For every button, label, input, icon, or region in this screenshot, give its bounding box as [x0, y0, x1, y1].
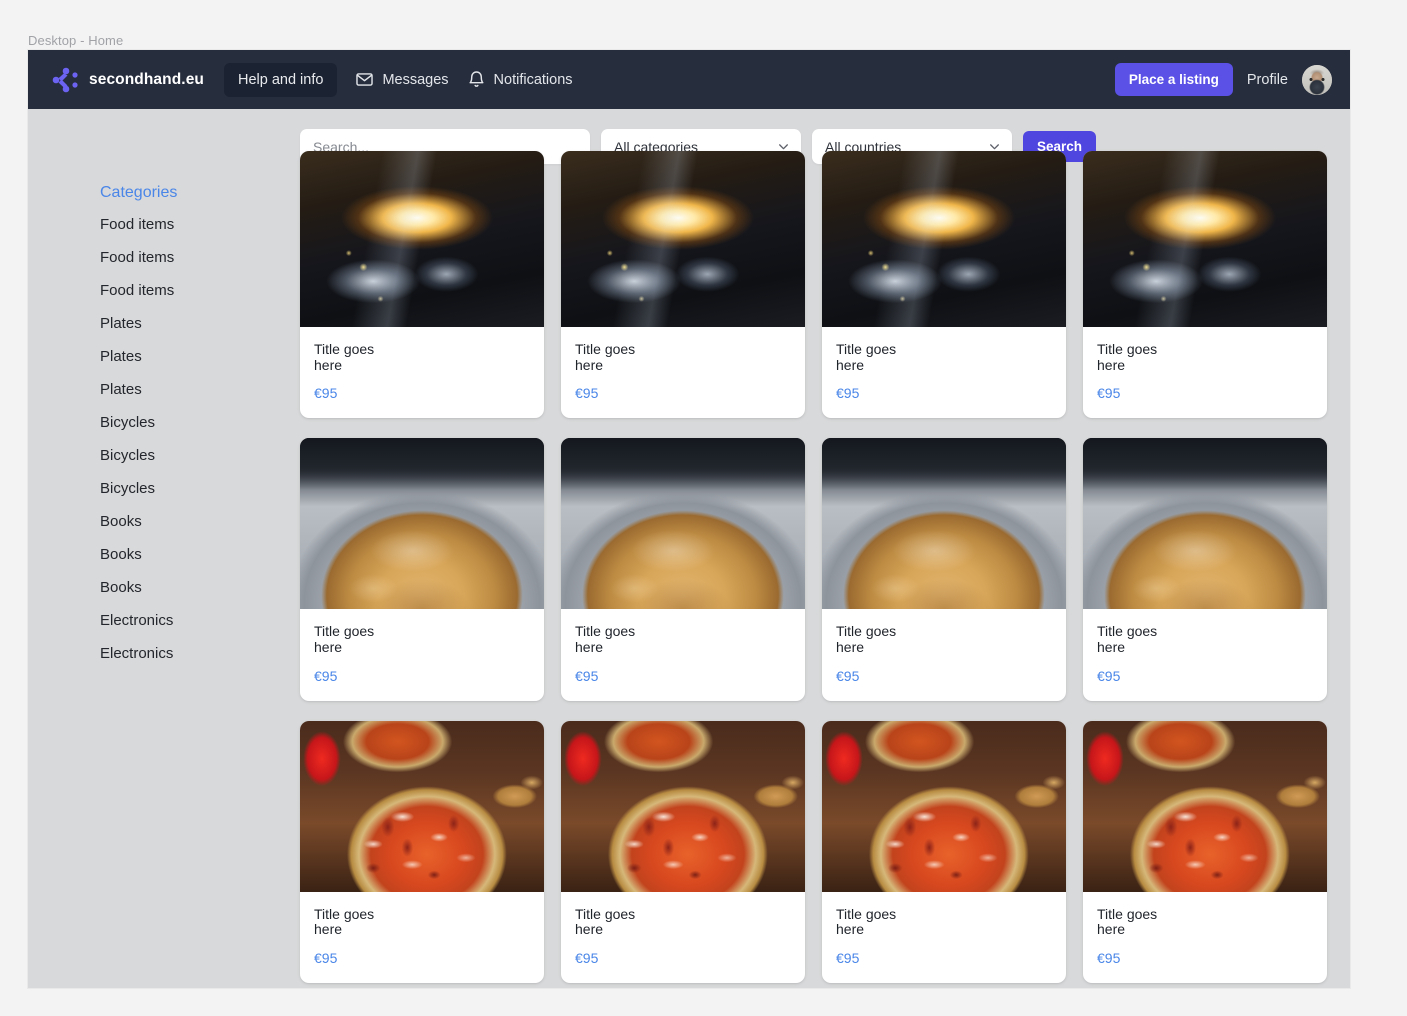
avatar-photo: [1302, 64, 1332, 95]
listing-title: Title goes here: [836, 905, 897, 938]
listing-card[interactable]: Title goes here €95: [1083, 720, 1327, 984]
sidebar-item-13[interactable]: Electronics: [100, 645, 300, 662]
listing-price: €95: [1097, 950, 1121, 967]
listing-info: Title goes here €95: [561, 327, 805, 418]
listing-info: Title goes here €95: [822, 327, 1066, 418]
listing-price: €95: [836, 667, 860, 684]
brand-logo[interactable]: secondhand.eu: [44, 65, 210, 95]
listing-info: Title goes here €95: [1083, 892, 1327, 983]
listing-title: Title goes here: [575, 341, 636, 373]
listing-image: [822, 720, 1066, 892]
listing-title: Title goes here: [314, 341, 375, 373]
listing-info: Title goes here €95: [561, 892, 805, 983]
listing-title: Title goes here: [314, 905, 375, 938]
listing-price: €95: [836, 385, 860, 402]
browser-window: secondhand.eu Help and info Messages Not…: [28, 50, 1350, 988]
listing-info: Title goes here €95: [1083, 327, 1327, 418]
sidebar-item-3[interactable]: Plates: [100, 315, 300, 332]
sidebar-item-0[interactable]: Food items: [100, 216, 300, 233]
listing-image: [1083, 720, 1327, 892]
sidebar-item-11[interactable]: Books: [100, 579, 300, 596]
listing-price: €95: [314, 385, 338, 402]
listing-title: Title goes here: [1097, 341, 1158, 373]
listing-card[interactable]: Title goes here €95: [300, 151, 544, 419]
listing-image: [822, 151, 1066, 327]
sidebar-item-8[interactable]: Bicycles: [100, 480, 300, 497]
listing-info: Title goes here €95: [561, 609, 805, 700]
sidebar-item-12[interactable]: Electronics: [100, 612, 300, 629]
dot-cluster-logo-icon: [50, 65, 80, 95]
listing-info: Title goes here €95: [822, 892, 1066, 983]
bell-icon: [467, 70, 486, 89]
listing-title: Title goes here: [314, 623, 375, 656]
listing-title: Title goes here: [1097, 623, 1158, 656]
listing-info: Title goes here €95: [300, 327, 544, 418]
header-left-nav: secondhand.eu Help and info Messages Not…: [44, 62, 573, 97]
listing-price: €95: [575, 667, 599, 684]
listing-image: [561, 438, 805, 610]
envelope-icon: [355, 70, 374, 89]
listing-info: Title goes here €95: [822, 609, 1066, 700]
listing-image: [300, 438, 544, 610]
sidebar-item-10[interactable]: Books: [100, 546, 300, 563]
nav-item-messages[interactable]: Messages: [355, 70, 449, 89]
nav-item-notifications[interactable]: Notifications: [467, 70, 573, 89]
desktop-background: Desktop - Home secondhand.eu Help and in…: [0, 0, 1407, 1016]
sidebar-heading-categories[interactable]: Categories: [100, 184, 300, 202]
help-and-info-button[interactable]: Help and info: [223, 62, 338, 97]
listing-price: €95: [836, 950, 860, 967]
listing-info: Title goes here €95: [300, 892, 544, 983]
listing-info: Title goes here €95: [300, 609, 544, 700]
listing-image: [561, 151, 805, 327]
listing-image: [822, 438, 1066, 610]
listing-image: [561, 720, 805, 892]
brand-name: secondhand.eu: [89, 70, 204, 88]
sidebar-item-6[interactable]: Bicycles: [100, 414, 300, 431]
listing-image: [300, 151, 544, 327]
listing-card[interactable]: Title goes here €95: [561, 438, 805, 701]
sidebar-item-4[interactable]: Plates: [100, 348, 300, 365]
site-header: secondhand.eu Help and info Messages Not…: [28, 50, 1350, 109]
listing-title: Title goes here: [575, 905, 636, 938]
place-a-listing-button[interactable]: Place a listing: [1114, 63, 1233, 96]
listing-price: €95: [575, 385, 599, 402]
listing-title: Title goes here: [1097, 905, 1158, 938]
listing-card[interactable]: Title goes here €95: [1083, 151, 1327, 419]
avatar[interactable]: [1302, 64, 1332, 95]
listing-card[interactable]: Title goes here €95: [300, 720, 544, 984]
listing-card[interactable]: Title goes here €95: [561, 151, 805, 419]
sidebar: Categories Food items Food items Food it…: [72, 164, 300, 983]
listing-price: €95: [575, 950, 599, 967]
listing-card[interactable]: Title goes here €95: [561, 720, 805, 984]
page-body: All categories All countries Search Cate…: [28, 109, 1350, 988]
sidebar-item-9[interactable]: Books: [100, 513, 300, 530]
profile-label[interactable]: Profile: [1247, 72, 1288, 88]
listing-price: €95: [1097, 667, 1121, 684]
listing-card[interactable]: Title goes here €95: [822, 151, 1066, 419]
nav-label-notifications: Notifications: [493, 71, 573, 88]
header-right-nav: Place a listing Profile: [1114, 63, 1338, 96]
listing-card[interactable]: Title goes here €95: [822, 720, 1066, 984]
listing-image: [1083, 438, 1327, 610]
sidebar-item-1[interactable]: Food items: [100, 249, 300, 266]
sidebar-item-5[interactable]: Plates: [100, 381, 300, 398]
sidebar-item-7[interactable]: Bicycles: [100, 447, 300, 464]
listing-price: €95: [1097, 385, 1121, 402]
nav-label-messages: Messages: [382, 71, 449, 88]
listing-price: €95: [314, 667, 338, 684]
listing-card[interactable]: Title goes here €95: [822, 438, 1066, 701]
content-area: Categories Food items Food items Food it…: [28, 151, 1350, 984]
listing-card[interactable]: Title goes here €95: [300, 438, 544, 701]
listing-card[interactable]: Title goes here €95: [1083, 438, 1327, 701]
listing-title: Title goes here: [575, 623, 636, 656]
listing-title: Title goes here: [836, 623, 897, 656]
listing-grid: Title goes here €95 Title goes here €95: [300, 151, 1327, 984]
sidebar-item-2[interactable]: Food items: [100, 282, 300, 299]
listing-image: [1083, 151, 1327, 327]
listing-image: [300, 720, 544, 892]
listing-info: Title goes here €95: [1083, 609, 1327, 700]
listing-title: Title goes here: [836, 341, 897, 373]
listing-price: €95: [314, 950, 338, 967]
window-title: Desktop - Home: [28, 33, 124, 48]
